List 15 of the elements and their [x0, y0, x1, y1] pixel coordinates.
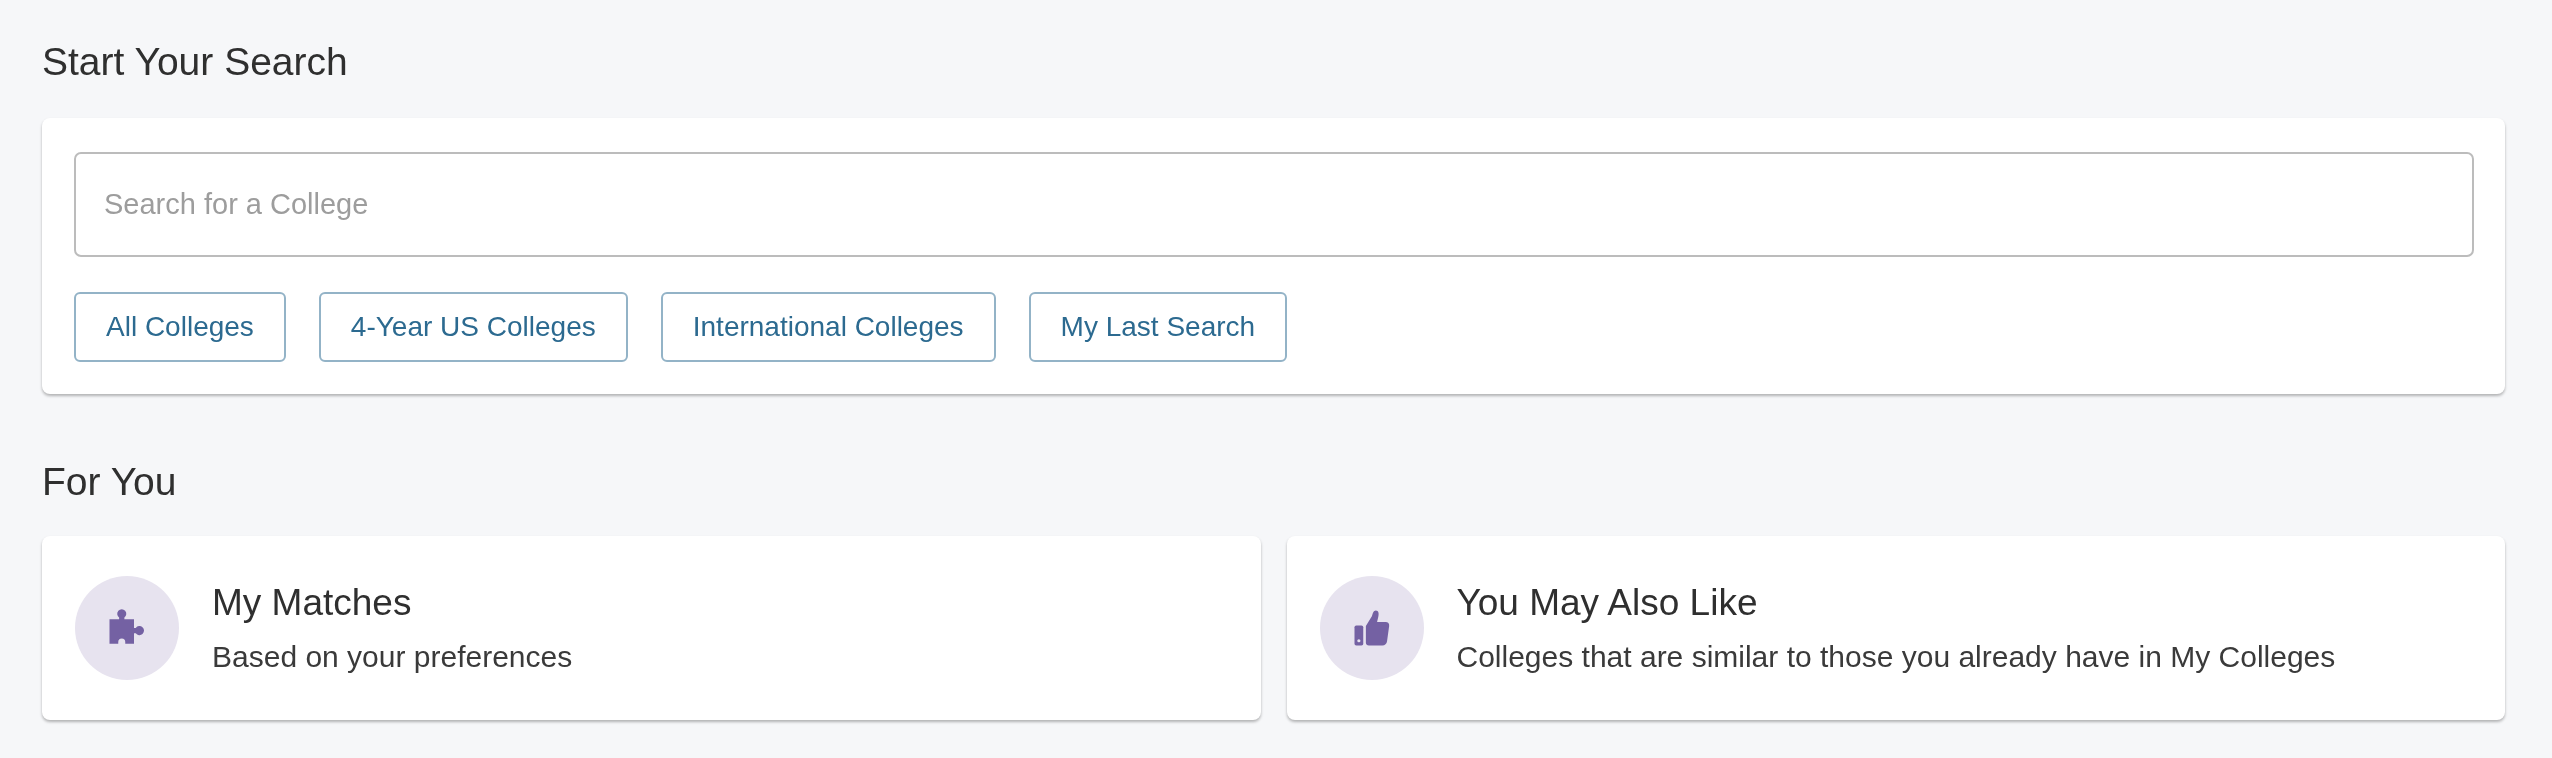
section-heading: For You: [42, 462, 178, 502]
card-title: My Matches: [212, 581, 413, 625]
card-description: Colleges that are similar to those you already have in My Colleges: [1456, 639, 2336, 675]
filter-button[interactable]: 4-Year US Colleges: [318, 292, 628, 362]
card-description: Based on your preferences: [212, 639, 573, 675]
recommendation-card[interactable]: My Matches Based on your preferences: [42, 536, 1261, 720]
section-heading: Start Your Search: [42, 42, 349, 82]
puzzle-piece-icon: [75, 576, 179, 680]
filter-button[interactable]: All Colleges: [74, 292, 286, 362]
card-title: You May Also Like: [1456, 581, 1759, 625]
filter-button[interactable]: My Last Search: [1028, 292, 1288, 362]
thumbs-up-icon: [1319, 576, 1424, 680]
search-field[interactable]: Search for a College: [74, 152, 2474, 257]
recommendation-card[interactable]: You May Also Like Colleges that are similar to those you already have in My Colleges: [1286, 536, 2505, 720]
filter-button[interactable]: International Colleges: [660, 292, 996, 362]
